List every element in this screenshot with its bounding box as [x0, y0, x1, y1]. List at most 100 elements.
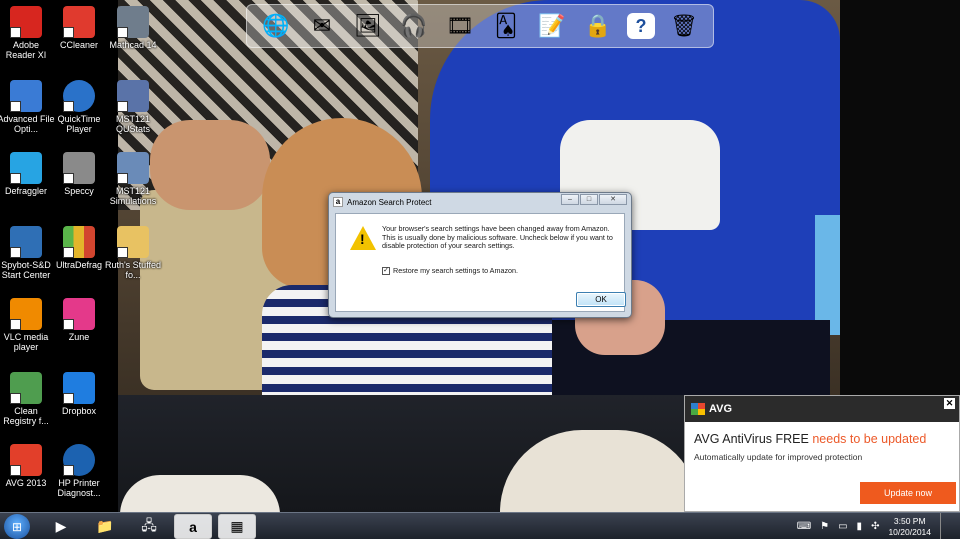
desktop-icon-label: Defraggler — [4, 186, 48, 196]
avg-headline-product: AVG AntiVirus FREE — [694, 432, 809, 446]
amazon-icon[interactable]: a — [174, 514, 212, 539]
vlc-icon — [10, 298, 42, 330]
speccy-icon — [63, 152, 95, 184]
avg-subtext: Automatically update for improved protec… — [694, 452, 863, 462]
desktop-icon-label: VLC media player — [3, 332, 49, 352]
media-player-icon[interactable]: ▶ — [42, 514, 80, 539]
avg-update-popup: AVG ✕ AVG AntiVirus FREE needs to be upd… — [684, 395, 960, 512]
show-desktop-button[interactable] — [940, 513, 950, 539]
ultradefrag-icon — [63, 226, 95, 258]
quicktime-icon — [63, 80, 95, 112]
network-icon[interactable]: 🖧 — [130, 514, 168, 539]
clock-time: 3:50 PM — [893, 515, 926, 526]
ok-button[interactable]: OK — [576, 292, 626, 307]
desktop-icon-defraggler[interactable]: Defraggler — [0, 152, 55, 196]
desktop-icon-advanced-file-optimizer[interactable]: Advanced File Opti... — [0, 80, 55, 134]
clock-date: 10/20/2014 — [888, 526, 931, 537]
file-optimizer-icon — [10, 80, 42, 112]
maximize-button[interactable]: □ — [580, 194, 598, 205]
notepad-icon[interactable]: 📝 — [535, 9, 569, 43]
globe-icon[interactable]: 🌐 — [259, 9, 293, 43]
window-controls: – □ ✕ — [561, 194, 627, 205]
avg-headline: AVG AntiVirus FREE needs to be updated — [694, 432, 926, 446]
desktop-icon-avg-2013[interactable]: AVG 2013 — [0, 444, 55, 488]
desktop-icon-adobe-reader[interactable]: Adobe Reader XI — [0, 6, 55, 60]
zune-icon — [63, 298, 95, 330]
dialog-body: ! Your browser's search settings have be… — [335, 213, 626, 312]
mail-icon[interactable]: ✉ — [305, 9, 339, 43]
headphones-icon[interactable]: 🎧 — [397, 9, 431, 43]
desktop-icon-label: Advanced File Opti... — [0, 114, 55, 134]
desktop-icon-spybot[interactable]: Spybot-S&D Start Center — [0, 226, 55, 280]
display-icon[interactable]: ▭ — [838, 521, 847, 532]
desktop-icon-label: UltraDefrag — [55, 260, 102, 270]
desktop-icon-qustats[interactable]: MST121 QUStats — [104, 80, 162, 134]
desktop-icon-label: AVG 2013 — [5, 478, 47, 488]
update-now-button[interactable]: Update now — [860, 482, 956, 504]
desktop-icon-label: MST121 Simulations — [109, 186, 157, 206]
avg-headline-alert: needs to be updated — [812, 432, 927, 446]
avg-header: AVG — [685, 396, 959, 422]
desktop-icon-dropbox[interactable]: Dropbox — [50, 372, 108, 416]
minimize-button[interactable]: – — [561, 194, 579, 205]
system-tray: ⌨ ⚑ ▭ ▮ ✣ 3:50 PM 10/20/2014 — [797, 513, 960, 539]
desktop-icon-label: Zune — [68, 332, 90, 342]
photos-icon[interactable]: 🖼 — [351, 9, 385, 43]
desktop-icon-mathcad[interactable]: Mathcad 14 — [104, 6, 162, 50]
desktop-icon-clean-registry[interactable]: Clean Registry f... — [0, 372, 55, 426]
ccleaner-icon — [63, 6, 95, 38]
desktop-icon-label: CCleaner — [59, 40, 99, 50]
avg-icon[interactable]: ▦ — [218, 514, 256, 539]
help-icon[interactable]: ? — [627, 13, 655, 39]
network-tray-icon[interactable]: ✣ — [871, 521, 879, 532]
checkbox-label: Restore my search settings to Amazon. — [393, 266, 519, 275]
start-button[interactable]: ⊞ — [4, 514, 30, 539]
recycle-bin-icon[interactable]: 🗑 — [667, 9, 701, 43]
checkmark-icon[interactable]: ✓ — [382, 266, 390, 275]
desktop-icon-label: HP Printer Diagnost... — [57, 478, 101, 498]
desktop-icon-label: Spybot-S&D Start Center — [1, 260, 51, 280]
keyboard-icon[interactable]: ⌨ — [797, 521, 811, 532]
avg-icon — [10, 444, 42, 476]
desktop-icon-label: Dropbox — [61, 406, 97, 416]
desktop-icon-ccleaner[interactable]: CCleaner — [50, 6, 108, 50]
hp-icon — [63, 444, 95, 476]
spybot-icon — [10, 226, 42, 258]
desktop-icon-zune[interactable]: Zune — [50, 298, 108, 342]
qustats-icon — [117, 80, 149, 112]
desktop-icon-label: Adobe Reader XI — [5, 40, 47, 60]
close-icon[interactable]: ✕ — [944, 398, 955, 409]
restore-settings-checkbox[interactable]: ✓ Restore my search settings to Amazon. — [382, 266, 518, 275]
close-button[interactable]: ✕ — [599, 194, 627, 205]
adobe-reader-icon — [10, 6, 42, 38]
taskbar: ⊞ ▶ 📁 🖧 a ▦ ⌨ ⚑ ▭ ▮ ✣ 3:50 PM 10/20/2014 — [0, 512, 960, 539]
desktop-icon-speccy[interactable]: Speccy — [50, 152, 108, 196]
desktop-icon-simulations[interactable]: MST121 Simulations — [104, 152, 162, 206]
desktop-icon-ultradefrag[interactable]: UltraDefrag — [50, 226, 108, 270]
folder-icon — [117, 226, 149, 258]
flag-icon[interactable]: ⚑ — [820, 521, 829, 532]
dropbox-icon — [63, 372, 95, 404]
desktop-icon-label: Mathcad 14 — [109, 40, 157, 50]
desktop-icon-quicktime[interactable]: QuickTime Player — [50, 80, 108, 134]
warning-icon: ! — [350, 226, 376, 250]
amazon-icon: a — [333, 197, 343, 207]
desktop-icon-label: QuickTime Player — [57, 114, 101, 134]
desktop-icon-vlc[interactable]: VLC media player — [0, 298, 55, 352]
cards-icon[interactable]: 🂡 — [489, 9, 523, 43]
desktop-icon-label: Clean Registry f... — [3, 406, 49, 426]
desktop-icon-hp-printer[interactable]: HP Printer Diagnost... — [50, 444, 108, 498]
explorer-icon[interactable]: 📁 — [86, 514, 124, 539]
film-reel-icon[interactable]: 🎞 — [443, 9, 477, 43]
avg-brand: AVG — [709, 403, 733, 415]
clock[interactable]: 3:50 PM 10/20/2014 — [888, 516, 931, 538]
defraggler-icon — [10, 152, 42, 184]
top-dock: 🌐 ✉ 🖼 🎧 🎞 🂡 📝 🔒 ? 🗑 — [246, 4, 714, 48]
desktop-icon-label: MST121 QUStats — [115, 114, 150, 134]
desktop-icon-ruths-folder[interactable]: Ruth's Stuffed fo... — [104, 226, 162, 280]
battery-icon[interactable]: ▮ — [857, 521, 863, 532]
simulations-icon — [117, 152, 149, 184]
lock-icon[interactable]: 🔒 — [581, 9, 615, 43]
avg-logo-icon — [691, 403, 705, 415]
dialog-message: Your browser's search settings have been… — [382, 224, 613, 251]
